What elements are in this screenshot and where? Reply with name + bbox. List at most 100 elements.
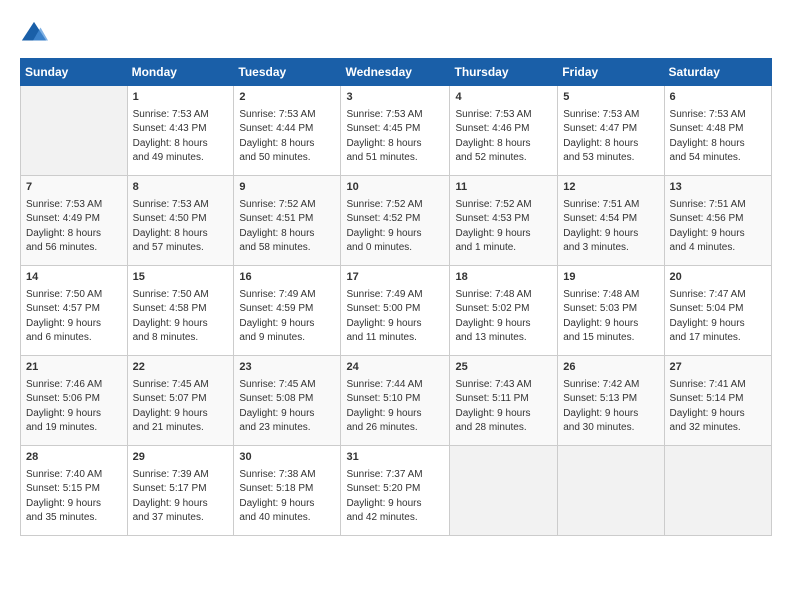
day-number: 24 bbox=[346, 360, 444, 376]
day-number: 14 bbox=[26, 270, 122, 286]
day-info: Sunrise: 7:53 AM Sunset: 4:46 PM Dayligh… bbox=[455, 108, 552, 166]
day-number: 30 bbox=[239, 450, 335, 466]
calendar-day-cell: 5 Sunrise: 7:53 AM Sunset: 4:47 PM Daylig… bbox=[558, 86, 664, 176]
calendar-week-row: 21 Sunrise: 7:46 AM Sunset: 5:06 PM Dayli… bbox=[21, 356, 772, 446]
day-info: Sunrise: 7:53 AM Sunset: 4:48 PM Dayligh… bbox=[670, 108, 766, 166]
day-info: Sunrise: 7:52 AM Sunset: 4:52 PM Dayligh… bbox=[346, 198, 444, 256]
day-info: Sunrise: 7:47 AM Sunset: 5:04 PM Dayligh… bbox=[670, 288, 766, 346]
weekday-header: Wednesday bbox=[341, 59, 450, 86]
calendar-day-cell: 28Sunrise: 7:40 AM Sunset: 5:15 PM Dayli… bbox=[21, 446, 128, 536]
calendar-day-cell: 3 Sunrise: 7:53 AM Sunset: 4:45 PM Daylig… bbox=[341, 86, 450, 176]
weekday-header: Thursday bbox=[450, 59, 558, 86]
calendar-day-cell: 2 Sunrise: 7:53 AM Sunset: 4:44 PM Daylig… bbox=[234, 86, 341, 176]
day-number: 26 bbox=[563, 360, 658, 376]
day-info: Sunrise: 7:48 AM Sunset: 5:03 PM Dayligh… bbox=[563, 288, 658, 346]
day-number: 1 bbox=[133, 90, 229, 106]
calendar-day-cell bbox=[21, 86, 128, 176]
logo bbox=[20, 20, 52, 48]
weekday-header: Friday bbox=[558, 59, 664, 86]
day-info: Sunrise: 7:43 AM Sunset: 5:11 PM Dayligh… bbox=[455, 378, 552, 436]
calendar-day-cell bbox=[450, 446, 558, 536]
day-info: Sunrise: 7:48 AM Sunset: 5:02 PM Dayligh… bbox=[455, 288, 552, 346]
calendar-day-cell: 26 Sunrise: 7:42 AM Sunset: 5:13 PM Dayli… bbox=[558, 356, 664, 446]
calendar-day-cell: 21 Sunrise: 7:46 AM Sunset: 5:06 PM Dayli… bbox=[21, 356, 128, 446]
day-info: Sunrise: 7:37 AM Sunset: 5:20 PM Dayligh… bbox=[346, 468, 444, 526]
day-number: 22 bbox=[133, 360, 229, 376]
calendar-day-cell: 29 Sunrise: 7:39 AM Sunset: 5:17 PM Dayli… bbox=[127, 446, 234, 536]
calendar-day-cell: 11 Sunrise: 7:52 AM Sunset: 4:53 PM Dayli… bbox=[450, 176, 558, 266]
day-number: 10 bbox=[346, 180, 444, 196]
day-number: 25 bbox=[455, 360, 552, 376]
page-header bbox=[20, 20, 772, 48]
calendar-day-cell: 20 Sunrise: 7:47 AM Sunset: 5:04 PM Dayli… bbox=[664, 266, 771, 356]
day-info: Sunrise: 7:53 AM Sunset: 4:47 PM Dayligh… bbox=[563, 108, 658, 166]
calendar-table: SundayMondayTuesdayWednesdayThursdayFrid… bbox=[20, 58, 772, 536]
day-number: 31 bbox=[346, 450, 444, 466]
calendar-day-cell: 31 Sunrise: 7:37 AM Sunset: 5:20 PM Dayli… bbox=[341, 446, 450, 536]
day-info: Sunrise: 7:45 AM Sunset: 5:07 PM Dayligh… bbox=[133, 378, 229, 436]
logo-icon bbox=[20, 20, 48, 48]
day-number: 20 bbox=[670, 270, 766, 286]
calendar-week-row: 28Sunrise: 7:40 AM Sunset: 5:15 PM Dayli… bbox=[21, 446, 772, 536]
calendar-day-cell: 17Sunrise: 7:49 AM Sunset: 5:00 PM Dayli… bbox=[341, 266, 450, 356]
calendar-day-cell: 10 Sunrise: 7:52 AM Sunset: 4:52 PM Dayli… bbox=[341, 176, 450, 266]
day-number: 2 bbox=[239, 90, 335, 106]
calendar-day-cell: 12 Sunrise: 7:51 AM Sunset: 4:54 PM Dayli… bbox=[558, 176, 664, 266]
day-number: 5 bbox=[563, 90, 658, 106]
day-info: Sunrise: 7:53 AM Sunset: 4:49 PM Dayligh… bbox=[26, 198, 122, 256]
day-info: Sunrise: 7:46 AM Sunset: 5:06 PM Dayligh… bbox=[26, 378, 122, 436]
day-info: Sunrise: 7:39 AM Sunset: 5:17 PM Dayligh… bbox=[133, 468, 229, 526]
day-info: Sunrise: 7:41 AM Sunset: 5:14 PM Dayligh… bbox=[670, 378, 766, 436]
day-number: 18 bbox=[455, 270, 552, 286]
calendar-day-cell: 19Sunrise: 7:48 AM Sunset: 5:03 PM Dayli… bbox=[558, 266, 664, 356]
day-info: Sunrise: 7:50 AM Sunset: 4:58 PM Dayligh… bbox=[133, 288, 229, 346]
day-number: 12 bbox=[563, 180, 658, 196]
day-number: 6 bbox=[670, 90, 766, 106]
day-number: 7 bbox=[26, 180, 122, 196]
calendar-day-cell: 15 Sunrise: 7:50 AM Sunset: 4:58 PM Dayli… bbox=[127, 266, 234, 356]
day-number: 16 bbox=[239, 270, 335, 286]
weekday-header: Sunday bbox=[21, 59, 128, 86]
calendar-day-cell: 1 Sunrise: 7:53 AM Sunset: 4:43 PM Daylig… bbox=[127, 86, 234, 176]
day-number: 13 bbox=[670, 180, 766, 196]
calendar-day-cell: 6 Sunrise: 7:53 AM Sunset: 4:48 PM Daylig… bbox=[664, 86, 771, 176]
day-number: 29 bbox=[133, 450, 229, 466]
calendar-day-cell: 18 Sunrise: 7:48 AM Sunset: 5:02 PM Dayli… bbox=[450, 266, 558, 356]
day-info: Sunrise: 7:53 AM Sunset: 4:50 PM Dayligh… bbox=[133, 198, 229, 256]
calendar-day-cell: 16Sunrise: 7:49 AM Sunset: 4:59 PM Dayli… bbox=[234, 266, 341, 356]
day-number: 21 bbox=[26, 360, 122, 376]
day-info: Sunrise: 7:42 AM Sunset: 5:13 PM Dayligh… bbox=[563, 378, 658, 436]
calendar-day-cell: 13 Sunrise: 7:51 AM Sunset: 4:56 PM Dayli… bbox=[664, 176, 771, 266]
day-info: Sunrise: 7:53 AM Sunset: 4:43 PM Dayligh… bbox=[133, 108, 229, 166]
day-info: Sunrise: 7:53 AM Sunset: 4:45 PM Dayligh… bbox=[346, 108, 444, 166]
calendar-day-cell: 7 Sunrise: 7:53 AM Sunset: 4:49 PM Daylig… bbox=[21, 176, 128, 266]
day-number: 15 bbox=[133, 270, 229, 286]
calendar-day-cell bbox=[664, 446, 771, 536]
calendar-day-cell: 4 Sunrise: 7:53 AM Sunset: 4:46 PM Daylig… bbox=[450, 86, 558, 176]
day-number: 23 bbox=[239, 360, 335, 376]
day-info: Sunrise: 7:44 AM Sunset: 5:10 PM Dayligh… bbox=[346, 378, 444, 436]
calendar-day-cell bbox=[558, 446, 664, 536]
day-info: Sunrise: 7:53 AM Sunset: 4:44 PM Dayligh… bbox=[239, 108, 335, 166]
calendar-day-cell: 23 Sunrise: 7:45 AM Sunset: 5:08 PM Dayli… bbox=[234, 356, 341, 446]
calendar-week-row: 14 Sunrise: 7:50 AM Sunset: 4:57 PM Dayli… bbox=[21, 266, 772, 356]
day-number: 9 bbox=[239, 180, 335, 196]
calendar-day-cell: 24 Sunrise: 7:44 AM Sunset: 5:10 PM Dayli… bbox=[341, 356, 450, 446]
calendar-day-cell: 30Sunrise: 7:38 AM Sunset: 5:18 PM Dayli… bbox=[234, 446, 341, 536]
day-number: 3 bbox=[346, 90, 444, 106]
day-info: Sunrise: 7:52 AM Sunset: 4:53 PM Dayligh… bbox=[455, 198, 552, 256]
day-number: 27 bbox=[670, 360, 766, 376]
day-number: 11 bbox=[455, 180, 552, 196]
calendar-day-cell: 27 Sunrise: 7:41 AM Sunset: 5:14 PM Dayli… bbox=[664, 356, 771, 446]
weekday-header: Saturday bbox=[664, 59, 771, 86]
weekday-header: Tuesday bbox=[234, 59, 341, 86]
day-info: Sunrise: 7:45 AM Sunset: 5:08 PM Dayligh… bbox=[239, 378, 335, 436]
day-info: Sunrise: 7:50 AM Sunset: 4:57 PM Dayligh… bbox=[26, 288, 122, 346]
day-info: Sunrise: 7:51 AM Sunset: 4:56 PM Dayligh… bbox=[670, 198, 766, 256]
calendar-week-row: 1 Sunrise: 7:53 AM Sunset: 4:43 PM Daylig… bbox=[21, 86, 772, 176]
day-info: Sunrise: 7:51 AM Sunset: 4:54 PM Dayligh… bbox=[563, 198, 658, 256]
day-info: Sunrise: 7:49 AM Sunset: 5:00 PM Dayligh… bbox=[346, 288, 444, 346]
calendar-day-cell: 14 Sunrise: 7:50 AM Sunset: 4:57 PM Dayli… bbox=[21, 266, 128, 356]
header-row: SundayMondayTuesdayWednesdayThursdayFrid… bbox=[21, 59, 772, 86]
day-number: 4 bbox=[455, 90, 552, 106]
